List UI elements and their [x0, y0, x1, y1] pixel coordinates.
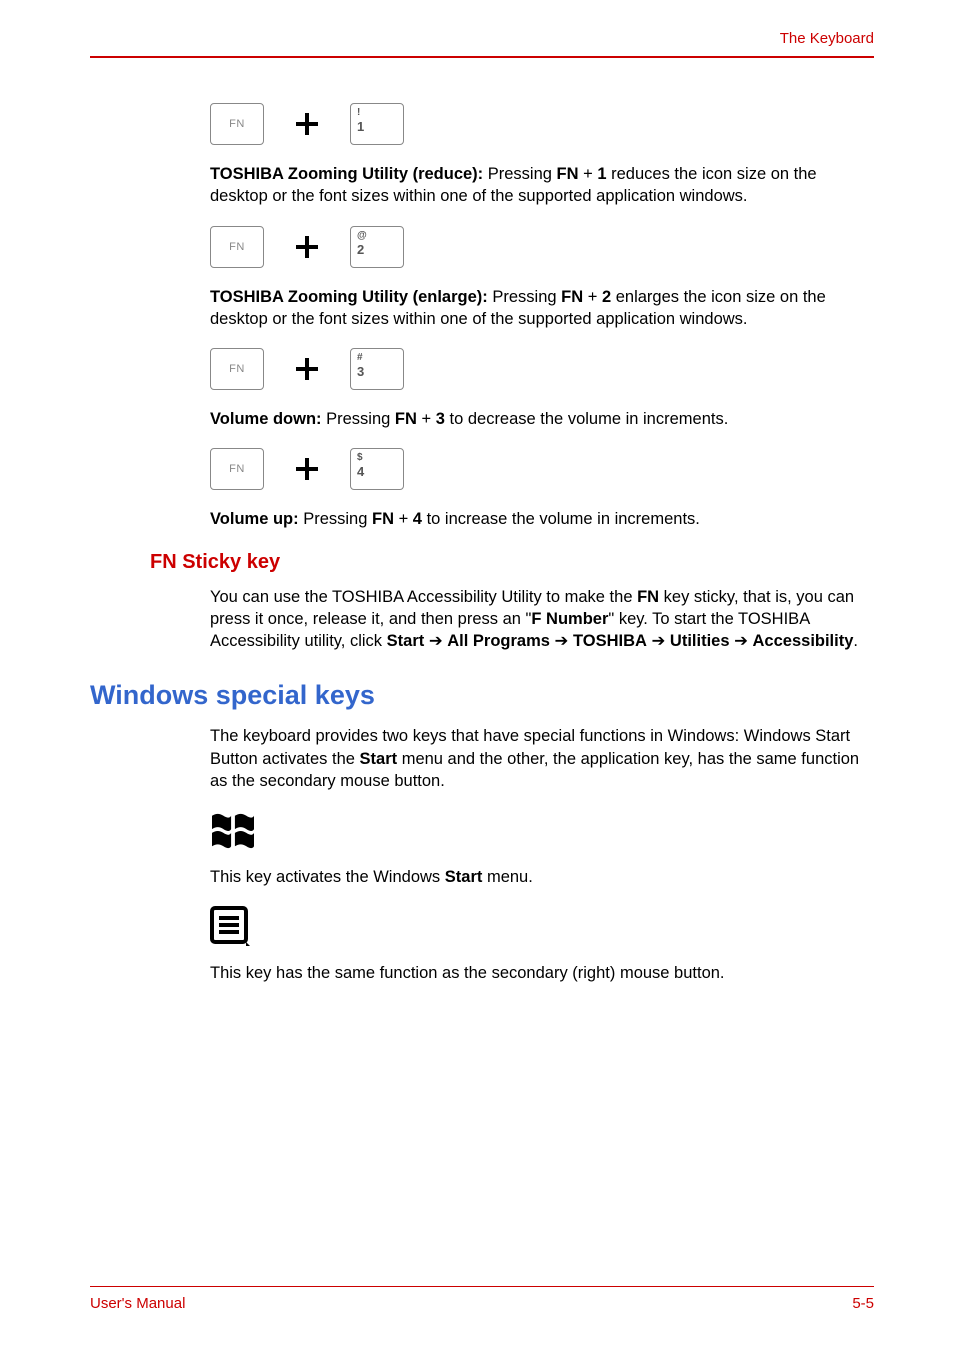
text: + — [579, 165, 598, 183]
label: Volume down: — [210, 410, 322, 428]
text: Pressing — [299, 510, 372, 528]
fn-key-icon: FN — [210, 448, 264, 490]
key-combo-fn-2: FN @ 2 — [210, 226, 874, 268]
fn-key-icon: FN — [210, 226, 264, 268]
key-ref: FN — [561, 288, 583, 306]
windows-logo-icon — [210, 810, 256, 852]
text: + — [417, 410, 436, 428]
label: TOSHIBA Zooming Utility (reduce): — [210, 165, 483, 183]
menu-path: All Programs — [447, 632, 550, 650]
key-ref: FN — [395, 410, 417, 428]
text: This key activates the Windows — [210, 868, 445, 886]
paragraph-windows-key: This key activates the Windows Start men… — [210, 866, 874, 888]
text: menu. — [482, 868, 532, 886]
text: + — [394, 510, 413, 528]
label: Volume up: — [210, 510, 299, 528]
key-ref: 4 — [413, 510, 422, 528]
paragraph-zoom-enlarge: TOSHIBA Zooming Utility (enlarge): Press… — [210, 286, 874, 331]
paragraph-windows-keys-intro: The keyboard provides two keys that have… — [210, 725, 874, 792]
key-top-glyph: ! — [357, 107, 360, 118]
key-ref: 2 — [602, 288, 611, 306]
plus-icon — [296, 113, 318, 135]
key-ref: FN — [637, 588, 659, 606]
key-top-glyph: $ — [357, 452, 363, 463]
text: + — [583, 288, 602, 306]
key-ref: FN — [557, 165, 579, 183]
text: This key has the same function as the se… — [210, 964, 725, 982]
paragraph-application-key: This key has the same function as the se… — [210, 962, 874, 984]
paragraph-fn-sticky: You can use the TOSHIBA Accessibility Ut… — [210, 586, 874, 653]
menu-path: Start — [387, 632, 425, 650]
paragraph-zoom-reduce: TOSHIBA Zooming Utility (reduce): Pressi… — [210, 163, 874, 208]
key-ref: 3 — [436, 410, 445, 428]
footer-rule — [90, 1286, 874, 1288]
key-top-glyph: # — [357, 352, 363, 363]
application-key-icon — [210, 906, 252, 948]
fn-key-icon: FN — [210, 348, 264, 390]
text: Pressing — [488, 288, 561, 306]
arrow-icon: ➔ — [730, 632, 753, 650]
menu-path: TOSHIBA — [573, 632, 647, 650]
one-key-icon: ! 1 — [350, 103, 404, 145]
menu-path: Accessibility — [753, 632, 854, 650]
text: to increase the volume in increments. — [422, 510, 700, 528]
three-key-icon: # 3 — [350, 348, 404, 390]
arrow-icon: ➔ — [550, 632, 573, 650]
footer-page-number: 5-5 — [852, 1295, 874, 1312]
key-combo-fn-1: FN ! 1 — [210, 103, 874, 145]
key-ref: FN — [372, 510, 394, 528]
key-combo-fn-3: FN # 3 — [210, 348, 874, 390]
text: to decrease the volume in increments. — [445, 410, 728, 428]
label: TOSHIBA Zooming Utility (enlarge): — [210, 288, 488, 306]
two-key-icon: @ 2 — [350, 226, 404, 268]
four-key-icon: $ 4 — [350, 448, 404, 490]
text: You can use the TOSHIBA Accessibility Ut… — [210, 588, 637, 606]
key-ref: F Number — [531, 610, 608, 628]
heading-windows-special-keys: Windows special keys — [90, 680, 874, 711]
arrow-icon: ➔ — [424, 632, 447, 650]
text: Pressing — [483, 165, 556, 183]
key-number: 4 — [357, 464, 364, 479]
header-rule — [90, 56, 874, 58]
plus-icon — [296, 236, 318, 258]
text: Pressing — [322, 410, 395, 428]
paragraph-volume-down: Volume down: Pressing FN + 3 to decrease… — [210, 408, 874, 430]
key-number: 2 — [357, 242, 364, 257]
menu-path: Utilities — [670, 632, 730, 650]
menu-ref: Start — [445, 868, 483, 886]
fn-key-icon: FN — [210, 103, 264, 145]
plus-icon — [296, 458, 318, 480]
key-combo-fn-4: FN $ 4 — [210, 448, 874, 490]
plus-icon — [296, 358, 318, 380]
menu-ref: Start — [360, 750, 398, 768]
key-number: 3 — [357, 364, 364, 379]
header-section-title: The Keyboard — [780, 30, 874, 47]
key-number: 1 — [357, 119, 364, 134]
heading-fn-sticky: FN Sticky key — [150, 551, 874, 574]
arrow-icon: ➔ — [647, 632, 670, 650]
paragraph-volume-up: Volume up: Pressing FN + 4 to increase t… — [210, 508, 874, 530]
text: . — [853, 632, 858, 650]
key-top-glyph: @ — [357, 230, 367, 241]
footer-manual-title: User's Manual — [90, 1295, 185, 1312]
key-ref: 1 — [597, 165, 606, 183]
